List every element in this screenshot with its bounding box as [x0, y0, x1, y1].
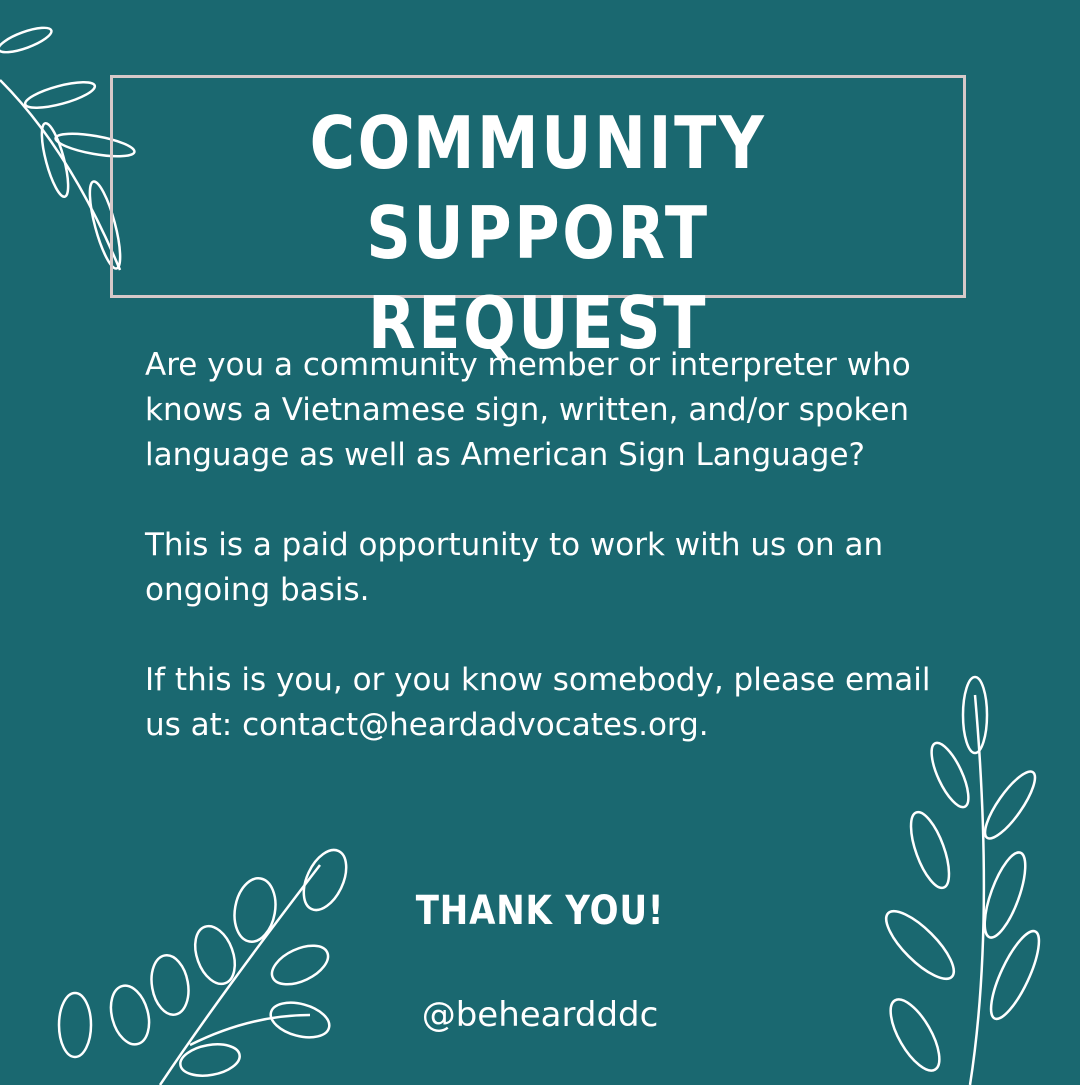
paragraph-question: Are you a community member or interprete… — [145, 347, 911, 473]
body-text: Are you a community member or interprete… — [145, 343, 945, 793]
paragraph-contact: If this is you, or you know somebody, pl… — [145, 662, 931, 743]
leaf-branch-bottom-left-icon — [57, 848, 348, 1085]
thank-you-heading: THANK YOU! — [415, 888, 665, 934]
title-line-1: COMMUNITY SUPPORT — [309, 101, 767, 275]
paragraph-opportunity: This is a paid opportunity to work with … — [145, 527, 884, 608]
page-title: COMMUNITY SUPPORT REQUEST — [170, 98, 906, 368]
social-handle: @beheardddc — [421, 995, 659, 1035]
leaf-branch-bottom-right-icon — [884, 675, 1041, 1085]
